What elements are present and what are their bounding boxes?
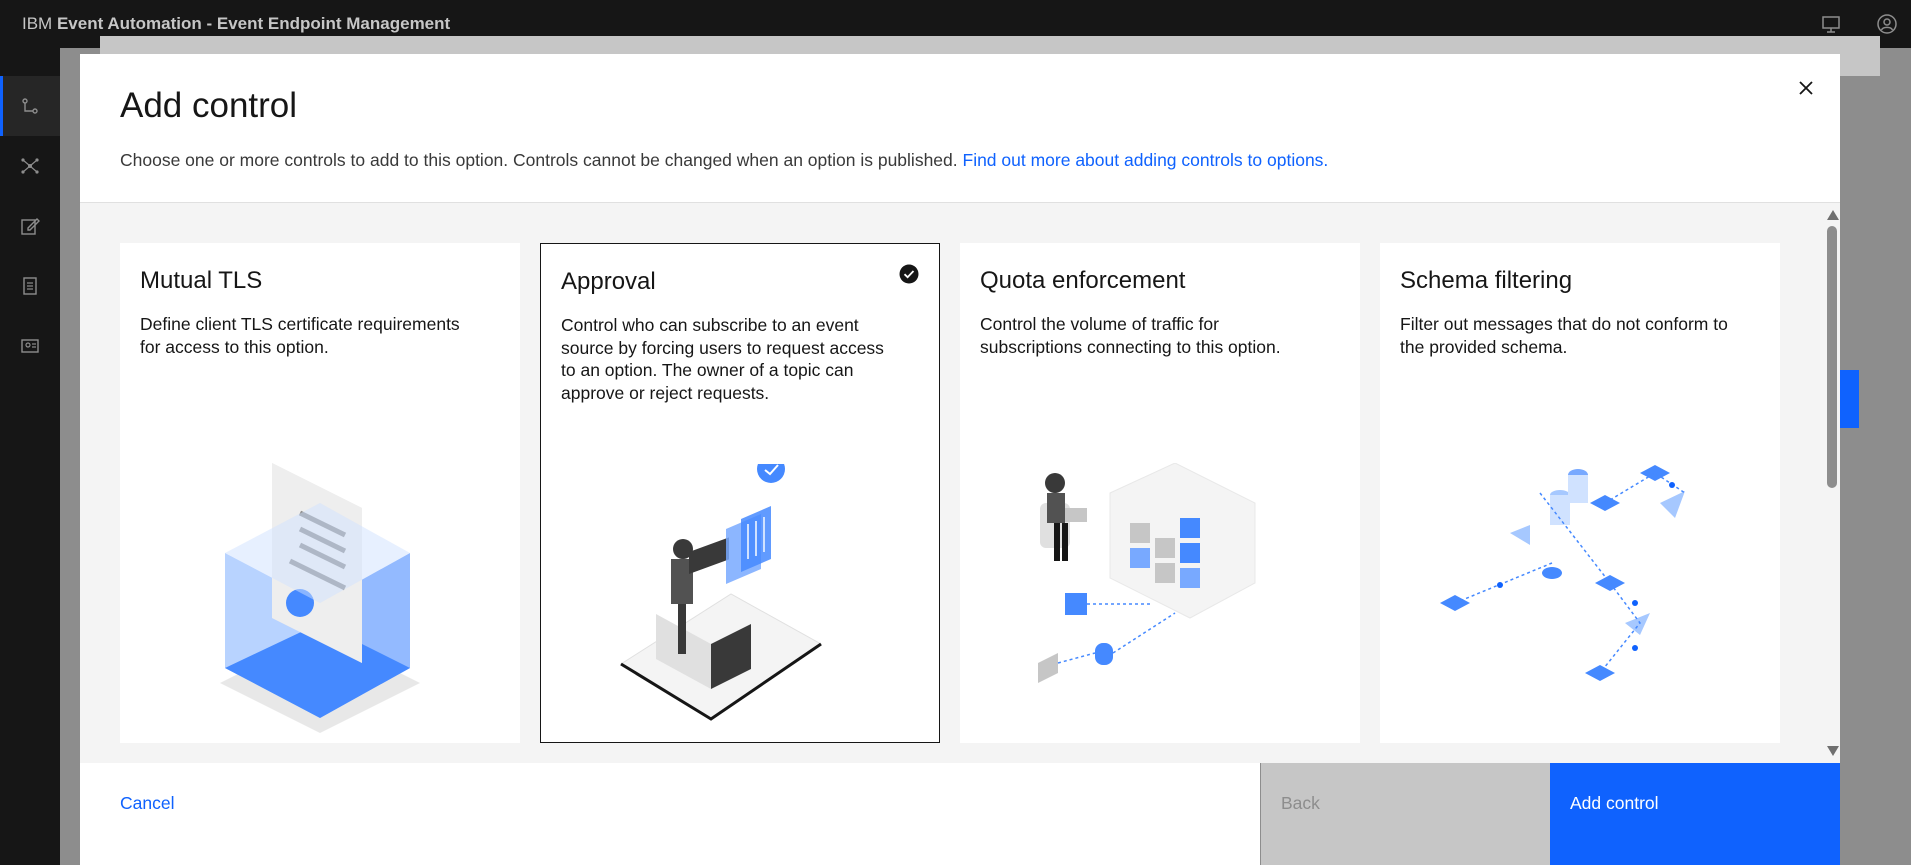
checkmark-filled-icon <box>899 264 919 284</box>
modal-description-text: Choose one or more controls to add to th… <box>120 150 963 170</box>
catalog-icon <box>22 98 38 114</box>
close-button[interactable] <box>1786 68 1826 108</box>
cancel-button[interactable]: Cancel <box>80 763 1260 865</box>
nav-topology[interactable] <box>0 136 60 196</box>
tiles-area: Mutual TLS Define client TLS certificate… <box>80 202 1840 763</box>
scroll-thumb[interactable] <box>1827 226 1837 488</box>
add-control-button[interactable]: Add control <box>1550 763 1840 865</box>
tile-mutual-tls[interactable]: Mutual TLS Define client TLS certificate… <box>120 243 520 743</box>
topology-icon <box>21 158 39 174</box>
tile-title: Approval <box>561 268 656 295</box>
brand-name: IBM <box>22 14 53 33</box>
tile-description: Control who can subscribe to an event so… <box>561 315 884 403</box>
nav-documents[interactable] <box>0 256 60 316</box>
tile-description: Filter out messages that do not conform … <box>1400 314 1728 357</box>
tile-description: Define client TLS certificate requiremen… <box>140 314 460 357</box>
modal-title: Add control <box>120 86 298 125</box>
user-icon[interactable] <box>1876 13 1898 35</box>
back-label: Back <box>1281 793 1320 813</box>
edit-icon <box>21 218 40 235</box>
nav-identity[interactable] <box>0 316 60 376</box>
product-name: Event Automation - Event Endpoint Manage… <box>56 14 451 33</box>
mutual-tls-illustration <box>220 463 420 733</box>
nav-catalog[interactable] <box>0 76 60 136</box>
scroll-up-arrow[interactable] <box>1827 210 1839 220</box>
nav-edit[interactable] <box>0 196 60 256</box>
modal-footer: Cancel Back Add control <box>80 763 1840 865</box>
desktop-icon[interactable] <box>1820 13 1842 35</box>
tile-quota-enforcement[interactable]: Quota enforcement Control the volume of … <box>960 243 1360 743</box>
cancel-label: Cancel <box>120 793 175 813</box>
close-icon <box>1799 81 1813 95</box>
back-button: Back <box>1260 763 1550 865</box>
scroll-down-arrow[interactable] <box>1827 746 1839 756</box>
add-control-label: Add control <box>1570 793 1659 813</box>
tile-title: Mutual TLS <box>140 267 263 294</box>
add-control-modal: Add control Choose one or more controls … <box>80 54 1840 865</box>
scrollbar[interactable] <box>1824 206 1840 762</box>
identity-icon <box>21 339 39 353</box>
tile-schema-filtering[interactable]: Schema filtering Filter out messages tha… <box>1380 243 1780 743</box>
side-nav-rail <box>0 48 60 865</box>
tile-description: Control the volume of traffic for subscr… <box>980 314 1281 357</box>
document-icon <box>23 277 37 295</box>
approval-illustration <box>620 464 822 721</box>
tile-title: Schema filtering <box>1400 267 1573 294</box>
tile-approval[interactable]: Approval Control who can subscribe to an… <box>540 243 940 743</box>
modal-description: Choose one or more controls to add to th… <box>120 150 1328 171</box>
learn-more-link[interactable]: Find out more about adding controls to o… <box>963 150 1329 170</box>
schema-filtering-illustration <box>1440 465 1686 681</box>
tile-title: Quota enforcement <box>980 267 1186 294</box>
quota-enforcement-illustration <box>1038 463 1256 683</box>
app-title[interactable]: IBM Event Automation - Event Endpoint Ma… <box>22 14 450 34</box>
